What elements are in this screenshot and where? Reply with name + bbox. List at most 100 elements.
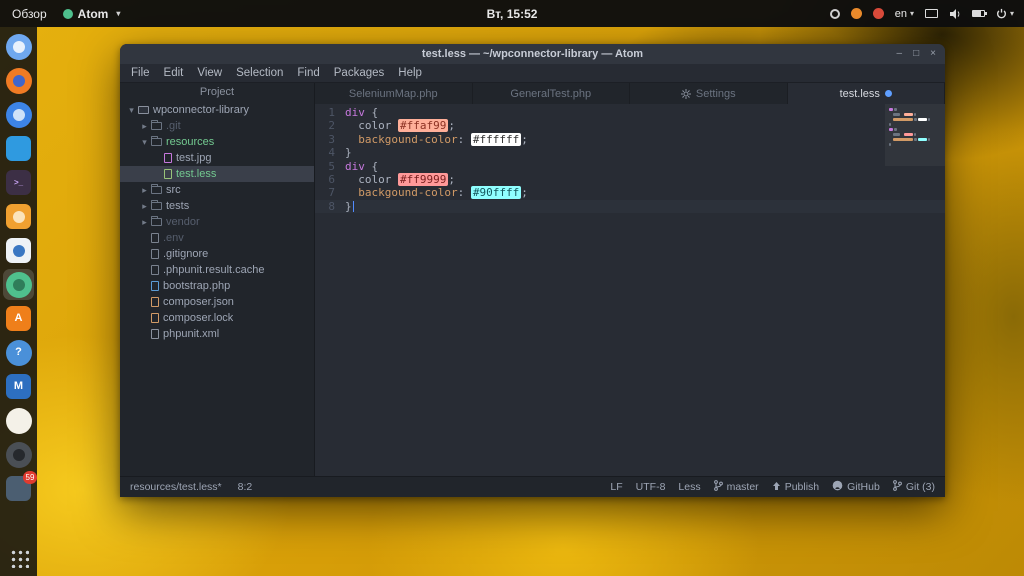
status-github-panel[interactable]: GitHub (832, 480, 880, 494)
json-icon (151, 313, 159, 323)
dock-item-atom[interactable] (3, 269, 34, 300)
chevron-icon: ▸ (142, 184, 147, 195)
status-label: resources/test.less* (130, 481, 222, 493)
menu-find[interactable]: Find (290, 67, 326, 79)
dock-item-dark-app[interactable] (3, 439, 34, 470)
menu-selection[interactable]: Selection (229, 67, 290, 79)
window-maximize-button[interactable]: □ (913, 49, 919, 59)
tree-item-composer-lock[interactable]: composer.lock (120, 310, 314, 326)
tree-item-vendor[interactable]: ▸ vendor (120, 214, 314, 230)
volume-icon[interactable] (949, 8, 961, 19)
status-cursor-position[interactable]: 8:2 (238, 481, 253, 493)
clock[interactable]: Вт, 15:52 (487, 7, 538, 21)
tree-item-label: tests (166, 200, 190, 212)
dock-item-show-applications[interactable] (3, 542, 34, 573)
code-line: 8} (315, 199, 945, 214)
status-encoding[interactable]: UTF-8 (636, 481, 666, 493)
system-top-bar: Обзор Atom ▾ Вт, 15:52 en ▾ ▾ (0, 0, 1024, 27)
folder-icon (151, 120, 162, 130)
tree-item-composer-json[interactable]: composer.json (120, 294, 314, 310)
status-bar: resources/test.less* 8:2 LF UTF-8 Less maste… (120, 476, 945, 497)
status-grammar[interactable]: Less (678, 481, 700, 493)
dock-item-chat-app[interactable]: 59 (3, 471, 37, 504)
image-tool-icon (6, 204, 31, 229)
code-text: backgound-color: #90ffff; (358, 186, 528, 200)
status-label: GitHub (847, 481, 880, 493)
status-ring-icon[interactable] (829, 8, 840, 19)
tree-item-gitignore[interactable]: .gitignore (120, 246, 314, 262)
tree-item-tests[interactable]: ▸ tests (120, 198, 314, 214)
minimap-line (889, 143, 941, 146)
dock-item-monitor-app[interactable]: M (3, 371, 34, 402)
tab-label: GeneralTest.php (510, 87, 592, 100)
dock-item-help[interactable]: ? (3, 337, 34, 368)
menu-packages[interactable]: Packages (327, 67, 392, 79)
tree-item-phpunit-result-cache[interactable]: .phpunit.result.cache (120, 262, 314, 278)
window-close-button[interactable]: × (930, 49, 936, 59)
status-git-branch[interactable]: master (713, 480, 759, 494)
tree-item-test-less[interactable]: test.less (120, 166, 314, 182)
status-orange-icon[interactable] (850, 8, 862, 19)
dock-item-egg-app[interactable] (3, 405, 34, 436)
status-red-icon[interactable] (872, 8, 884, 19)
dock-item-terminal[interactable]: >_ (3, 167, 34, 198)
status-label: LF (610, 481, 623, 493)
dock-item-vscode[interactable] (3, 133, 34, 164)
firefox-icon (5, 67, 32, 94)
dock-item-image-tool[interactable] (3, 201, 34, 232)
folder-icon (151, 216, 162, 226)
window-title-bar[interactable]: test.less — ~/wpconnector-library — Atom… (120, 44, 945, 64)
status-github-publish[interactable]: Publish (772, 481, 819, 494)
status-label: Git (3) (905, 481, 935, 493)
tree-item-label: phpunit.xml (163, 328, 220, 340)
minimap[interactable] (885, 104, 945, 166)
code-text: } (345, 146, 352, 160)
chevron-icon: ▸ (142, 216, 147, 227)
menu-help[interactable]: Help (391, 67, 429, 79)
tree-item-test-jpg[interactable]: test.jpg (120, 150, 314, 166)
tree-item-wpconnector-library[interactable]: ▾ wpconnector-library (120, 102, 314, 118)
tree-item-label: src (166, 184, 181, 196)
minimap-line (889, 128, 941, 131)
tab-settings[interactable]: Settings (630, 83, 788, 104)
power-icon[interactable]: ▾ (996, 8, 1014, 19)
app-menu[interactable]: Atom ▾ (62, 6, 120, 21)
menu-view[interactable]: View (190, 67, 229, 79)
tree-item-git[interactable]: ▸ .git (120, 118, 314, 134)
app-menu-label: Atom (77, 6, 109, 21)
tab-seleniummap-php[interactable]: SeleniumMap.php (315, 83, 473, 104)
image-icon (164, 153, 172, 163)
code-line: 6 color #ff9999; (315, 172, 945, 186)
status-file-path[interactable]: resources/test.less* (130, 481, 222, 493)
window-minimize-button[interactable]: – (897, 49, 903, 59)
tree-item-label: .phpunit.result.cache (163, 264, 265, 276)
dock-item-firefox[interactable] (3, 65, 34, 96)
status-git-panel[interactable]: Git (3) (892, 480, 935, 494)
tree-item-label: bootstrap.php (163, 280, 231, 292)
keyboard-indicator[interactable]: en ▾ (895, 8, 914, 20)
php-icon (151, 281, 159, 291)
tab-test-less[interactable]: test.less (787, 83, 945, 104)
dock-item-app-a[interactable]: A (3, 303, 34, 334)
menu-file[interactable]: File (124, 67, 157, 79)
app-a-icon: A (6, 306, 31, 331)
tree-item-phpunit-xml[interactable]: phpunit.xml (120, 326, 314, 342)
dock-item-thunderbird[interactable] (3, 99, 34, 130)
tree-item-resources[interactable]: ▾ resources (120, 134, 314, 150)
menu-edit[interactable]: Edit (157, 67, 191, 79)
tree-item-bootstrap-php[interactable]: bootstrap.php (120, 278, 314, 294)
dock-item-libreoffice-writer[interactable] (3, 235, 34, 266)
code-area: 1 div {2 color #ffaf99; 3 backgound-color:… (315, 106, 945, 214)
editor-pane[interactable]: 1 div {2 color #ffaf99; 3 backgound-color:… (315, 104, 945, 476)
tab-generaltest-php[interactable]: GeneralTest.php (473, 83, 630, 104)
status-label: master (726, 481, 759, 493)
activities-button[interactable]: Обзор (12, 7, 47, 21)
tree-item-env[interactable]: .env (120, 230, 314, 246)
dock-item-chromium-browser[interactable] (3, 31, 34, 62)
battery-icon[interactable] (971, 10, 987, 17)
minimap-line (889, 113, 941, 116)
minimap-line (889, 123, 941, 126)
status-line-ending[interactable]: LF (610, 481, 622, 493)
display-icon[interactable] (924, 9, 938, 18)
tree-item-src[interactable]: ▸ src (120, 182, 314, 198)
